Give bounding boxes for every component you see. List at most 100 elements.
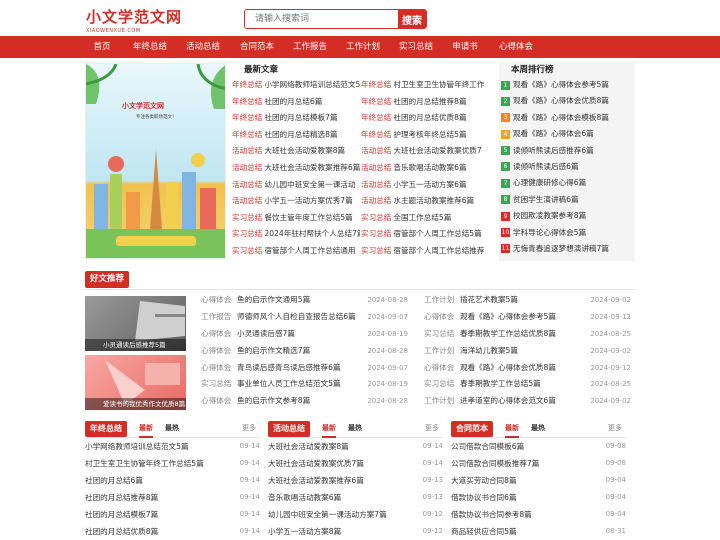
recommend-item[interactable]: 工作计划 进孝道室的心得体会范文6篇 2024-09-02 <box>424 393 631 410</box>
rank-item[interactable]: 8 贫困学生演讲稿6篇 <box>499 192 635 208</box>
latest-item-title[interactable]: 护理考核年终总结5篇 <box>393 130 466 139</box>
recommend-title[interactable]: 师德师风个人自检自查报告总结6篇 <box>237 312 356 321</box>
nav-item-2[interactable]: 活动总结 <box>183 36 223 58</box>
recommend-item[interactable]: 心得体会 青鸟读后感青鸟读后感推荐6篇 2024-09-07 <box>201 360 408 377</box>
column-item[interactable]: 社团的月总结推荐8篇 09-14 <box>85 489 260 506</box>
latest-item-title[interactable]: 大班社会活动爱教案优质7 <box>393 146 481 155</box>
recommend-category[interactable]: 心得体会 <box>201 292 237 309</box>
latest-item-title[interactable]: 音乐歌唱活动教案6篇 <box>393 163 466 172</box>
recommend-category[interactable]: 实习总结 <box>424 376 460 393</box>
latest-item-title[interactable]: 社团的月总结模板7篇 <box>264 113 337 122</box>
rank-item[interactable]: 2 观看《路》心得体会优质8篇 <box>499 93 635 109</box>
column-item[interactable]: 幼儿园中班安全第一课活动方案7篇 09-12 <box>268 506 443 523</box>
column-item-title[interactable]: 商品轻供应合同5篇 <box>451 527 517 536</box>
latest-item-tag[interactable]: 年终总结 <box>232 80 262 89</box>
rank-item[interactable]: 9 校园欺凌教案参考8篇 <box>499 208 635 224</box>
rank-item[interactable]: 6 读倾听熊读后感6篇 <box>499 159 635 175</box>
latest-item[interactable]: 年终总结 小学网络教师培训总结范文5篇 <box>232 77 360 94</box>
latest-item-title[interactable]: 大班社会活动爱教案8篇 <box>264 146 345 155</box>
column-item-title[interactable]: 大班社会活动爱教案8篇 <box>268 442 349 451</box>
latest-item-tag[interactable]: 实习总结 <box>232 246 262 255</box>
column-item-title[interactable]: 音乐歌唱活动教案6篇 <box>268 493 341 502</box>
more-link[interactable]: 更多 <box>242 423 256 433</box>
latest-item-tag[interactable]: 活动总结 <box>232 163 262 172</box>
nav-item-0[interactable]: 首页 <box>92 36 112 58</box>
recommend-title[interactable]: 青鸟读后感青鸟读后感推荐6篇 <box>237 363 341 372</box>
recommend-item[interactable]: 实习总结 春季期教学工作总结5篇 2024-08-25 <box>424 376 631 393</box>
rank-item-title[interactable]: 观看《路》心得体会模板8篇 <box>513 113 609 122</box>
latest-item-tag[interactable]: 年终总结 <box>232 97 262 106</box>
latest-item[interactable]: 实习总结 宿管部个人周工作总结通用 <box>232 243 360 260</box>
rank-item-title[interactable]: 读倾听熊读后感推荐6篇 <box>513 146 594 155</box>
column-item[interactable]: 社团的月总结6篇 09-14 <box>85 472 260 489</box>
column-item-title[interactable]: 社团的月总结优质8篇 <box>85 527 158 536</box>
recommend-item[interactable]: 心得体会 观看《路》心得体会优质8篇 2024-09-12 <box>424 360 631 377</box>
column-item-title[interactable]: 社团的月总结推荐8篇 <box>85 493 158 502</box>
latest-item-tag[interactable]: 活动总结 <box>361 196 391 205</box>
column-item[interactable]: 社团的月总结优质8篇 09-14 <box>85 523 260 540</box>
recommend-category[interactable]: 工作计划 <box>424 292 460 309</box>
latest-item[interactable]: 年终总结 村卫生室卫生协管年终工作 <box>361 77 489 94</box>
recommend-item[interactable]: 心得体会 小灵通读后感7篇 2024-08-19 <box>201 326 408 343</box>
recommend-item[interactable]: 心得体会 鱼的启示作文精选7篇 2024-08-28 <box>201 343 408 360</box>
latest-item-title[interactable]: 社团的月总结6篇 <box>264 97 322 106</box>
latest-item[interactable]: 活动总结 小学五一活动方案优秀7篇 <box>232 193 360 210</box>
recommend-title[interactable]: 观看《路》心得体会参考5篇 <box>460 312 556 321</box>
column-item[interactable]: 小学网络教师培训总结范文5篇 09-14 <box>85 438 260 455</box>
recommend-category[interactable]: 工作报告 <box>201 309 237 326</box>
search-button[interactable]: 搜索 <box>398 10 426 28</box>
recommend-title[interactable]: 事业单位人员工作总结范文5篇 <box>237 379 341 388</box>
latest-item[interactable]: 实习总结 宿管部个人周工作总结5篇 <box>361 226 489 243</box>
rank-item-title[interactable]: 观看《路》心得体会6篇 <box>513 129 594 138</box>
rank-item-title[interactable]: 读倾听熊读后感6篇 <box>513 162 579 171</box>
column-item[interactable]: 小学五一活动方案8篇 09-12 <box>268 523 443 540</box>
thumb-2[interactable]: 爱读书的我优秀作文优质8篇 <box>85 355 186 410</box>
banner-image[interactable]: 小文学范文网 专注各类职场范文！ <box>85 63 226 259</box>
column-item-title[interactable]: 幼儿园中班安全第一课活动方案7篇 <box>268 510 387 519</box>
column-item[interactable]: 音乐歌唱活动教案6篇 09-13 <box>268 489 443 506</box>
recommend-category[interactable]: 实习总结 <box>424 326 460 343</box>
recommend-item[interactable]: 工作计划 海洋幼儿教案5篇 2024-09-02 <box>424 343 631 360</box>
latest-item[interactable]: 活动总结 小学五一活动方案6篇 <box>361 177 489 194</box>
latest-item[interactable]: 年终总结 社团的月总结推荐8篇 <box>361 94 489 111</box>
column-item[interactable]: 社团的月总结模板7篇 09-14 <box>85 506 260 523</box>
column-item[interactable]: 借款协议书合同6篇 09-04 <box>451 489 626 506</box>
tab-hottest[interactable]: 最热 <box>348 423 362 433</box>
recommend-category[interactable]: 工作计划 <box>424 393 460 410</box>
latest-item-tag[interactable]: 活动总结 <box>232 180 262 189</box>
rank-item[interactable]: 1 观看《路》心得体会参考5篇 <box>499 77 635 93</box>
latest-item-tag[interactable]: 活动总结 <box>232 146 262 155</box>
recommend-title[interactable]: 观看《路》心得体会优质8篇 <box>460 363 556 372</box>
recommend-category[interactable]: 心得体会 <box>424 360 460 377</box>
latest-item-tag[interactable]: 实习总结 <box>361 246 391 255</box>
latest-item[interactable]: 实习总结 宿管部个人周工作总结推荐 <box>361 243 489 260</box>
recommend-category[interactable]: 心得体会 <box>201 326 237 343</box>
rank-item[interactable]: 7 心理健康研修心得6篇 <box>499 175 635 191</box>
rank-item[interactable]: 4 观看《路》心得体会6篇 <box>499 126 635 142</box>
latest-item-tag[interactable]: 活动总结 <box>361 146 391 155</box>
column-item-title[interactable]: 村卫生室卫生协管年终工作总结5篇 <box>85 459 204 468</box>
rank-item[interactable]: 10 学科导论心得体会5篇 <box>499 225 635 241</box>
latest-item-tag[interactable]: 活动总结 <box>232 196 262 205</box>
latest-item-title[interactable]: 水主题活动教案推荐6篇 <box>393 196 474 205</box>
nav-item-5[interactable]: 工作计划 <box>343 36 383 58</box>
recommend-title[interactable]: 鱼的启示作文参考8篇 <box>237 396 310 405</box>
recommend-title[interactable]: 鱼的启示作文通用5篇 <box>237 295 310 304</box>
latest-item[interactable]: 活动总结 大班社会活动爱教案优质7 <box>361 143 489 160</box>
tab-latest[interactable]: 最新 <box>322 423 336 438</box>
latest-item-tag[interactable]: 年终总结 <box>361 97 391 106</box>
rank-item-title[interactable]: 学科导论心得体会5篇 <box>513 228 586 237</box>
column-item-title[interactable]: 小学网络教师培训总结范文5篇 <box>85 442 189 451</box>
latest-item-tag[interactable]: 年终总结 <box>361 80 391 89</box>
rank-item-title[interactable]: 贫困学生演讲稿6篇 <box>513 195 579 204</box>
nav-item-6[interactable]: 实习总结 <box>396 36 436 58</box>
latest-item-title[interactable]: 小学五一活动方案优秀7篇 <box>264 196 352 205</box>
latest-item-title[interactable]: 全国工作总结5篇 <box>393 213 451 222</box>
latest-item-title[interactable]: 村卫生室卫生协管年终工作 <box>393 80 484 89</box>
latest-item-title[interactable]: 小学五一活动方案6篇 <box>393 180 466 189</box>
column-item[interactable]: 大道买劳动合同8篇 09-04 <box>451 472 626 489</box>
latest-item-tag[interactable]: 活动总结 <box>361 163 391 172</box>
column-item[interactable]: 大班社会活动爱教案8篇 09-14 <box>268 438 443 455</box>
latest-item-tag[interactable]: 活动总结 <box>361 180 391 189</box>
column-item[interactable]: 公司借款合同模板推荐7篇 09-08 <box>451 455 626 472</box>
